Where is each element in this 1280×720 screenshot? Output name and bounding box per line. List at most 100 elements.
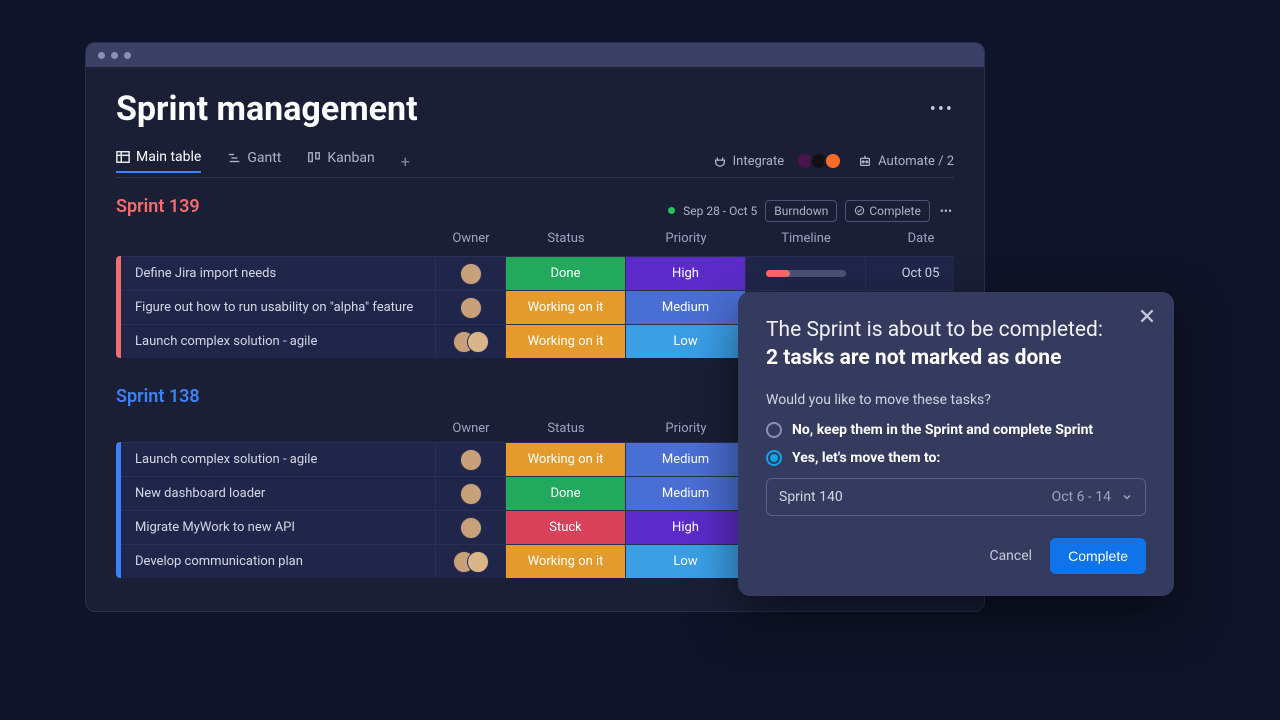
- integration-badges[interactable]: [800, 152, 842, 170]
- window-control-dot[interactable]: [124, 52, 131, 59]
- priority-cell[interactable]: Low: [626, 325, 746, 358]
- tab-main-table[interactable]: Main table: [116, 149, 201, 173]
- status-cell[interactable]: Done: [506, 257, 626, 290]
- col-status[interactable]: Status: [506, 421, 626, 436]
- col-priority[interactable]: Priority: [626, 421, 746, 436]
- owner-cell[interactable]: [436, 291, 506, 324]
- sprint-more-icon[interactable]: •••: [938, 201, 954, 221]
- avatar[interactable]: [460, 297, 482, 319]
- select-date-range: Oct 6 - 14: [1052, 489, 1111, 505]
- kanban-icon: [307, 151, 321, 165]
- status-cell[interactable]: Working on it: [506, 291, 626, 324]
- owner-cell[interactable]: [436, 257, 506, 290]
- option-move-tasks[interactable]: Yes, let's move them to:: [766, 450, 1146, 466]
- integrate-label: Integrate: [733, 154, 785, 169]
- radio-icon: [766, 422, 782, 438]
- timeline-cell[interactable]: [746, 257, 866, 290]
- window-titlebar: [86, 43, 984, 67]
- tab-label: Main table: [136, 149, 201, 165]
- avatar: [467, 331, 489, 353]
- avatar[interactable]: [460, 263, 482, 285]
- gitlab-icon: [824, 152, 842, 170]
- integrate-button[interactable]: Integrate: [713, 154, 785, 169]
- col-status[interactable]: Status: [506, 231, 626, 250]
- priority-cell[interactable]: Medium: [626, 443, 746, 476]
- sprint-group-title[interactable]: Sprint 139: [116, 196, 200, 217]
- burndown-button[interactable]: Burndown: [765, 200, 837, 222]
- priority-cell[interactable]: Medium: [626, 477, 746, 510]
- tab-kanban[interactable]: Kanban: [307, 150, 374, 172]
- chevron-down-icon: [1121, 491, 1133, 503]
- status-cell[interactable]: Stuck: [506, 511, 626, 544]
- complete-button[interactable]: Complete: [1050, 538, 1146, 574]
- option-label: No, keep them in the Sprint and complete…: [792, 422, 1093, 438]
- view-tabs: Main table Gantt Kanban + Integrate: [116, 149, 954, 178]
- status-cell[interactable]: Done: [506, 477, 626, 510]
- option-label: Yes, let's move them to:: [792, 450, 940, 466]
- window-control-dot[interactable]: [98, 52, 105, 59]
- col-priority[interactable]: Priority: [626, 231, 746, 250]
- task-name-cell[interactable]: New dashboard loader: [121, 477, 436, 510]
- priority-cell[interactable]: High: [626, 257, 746, 290]
- priority-cell[interactable]: Low: [626, 545, 746, 578]
- robot-icon: [858, 154, 872, 168]
- task-name-cell[interactable]: Develop communication plan: [121, 545, 436, 578]
- task-name-cell[interactable]: Define Jira import needs: [121, 257, 436, 290]
- dialog-question: Would you like to move these tasks?: [766, 392, 1146, 408]
- dialog-title-line1: The Sprint is about to be completed:: [766, 318, 1146, 342]
- owner-cell[interactable]: [436, 545, 506, 578]
- avatar[interactable]: [460, 517, 482, 539]
- tab-label: Gantt: [247, 150, 281, 166]
- col-date[interactable]: Date: [866, 231, 976, 250]
- plug-icon: [713, 154, 727, 168]
- automate-button[interactable]: Automate / 2: [858, 154, 954, 169]
- status-cell[interactable]: Working on it: [506, 545, 626, 578]
- table-icon: [116, 150, 130, 164]
- date-cell[interactable]: Oct 05: [866, 257, 954, 290]
- add-view-button[interactable]: +: [401, 152, 410, 171]
- status-indicator-icon: [668, 207, 675, 214]
- task-name-cell[interactable]: Figure out how to run usability on "alph…: [121, 291, 436, 324]
- check-circle-icon: [854, 205, 865, 216]
- owner-cell[interactable]: [436, 325, 506, 358]
- dialog-title-line2: 2 tasks are not marked as done: [766, 346, 1146, 370]
- add-column-button[interactable]: +: [976, 231, 985, 250]
- sprint-target-select[interactable]: Sprint 140 Oct 6 - 14: [766, 478, 1146, 516]
- sprint-period: Sep 28 - Oct 5: [683, 204, 757, 218]
- option-keep-tasks[interactable]: No, keep them in the Sprint and complete…: [766, 422, 1146, 438]
- tab-gantt[interactable]: Gantt: [227, 150, 281, 172]
- more-menu-icon[interactable]: •••: [930, 99, 954, 120]
- owner-avatars[interactable]: [453, 331, 489, 353]
- owner-avatars[interactable]: [453, 551, 489, 573]
- priority-cell[interactable]: High: [626, 511, 746, 544]
- avatar: [467, 551, 489, 573]
- status-cell[interactable]: Working on it: [506, 325, 626, 358]
- avatar[interactable]: [460, 449, 482, 471]
- col-owner[interactable]: Owner: [436, 231, 506, 250]
- col-timeline[interactable]: Timeline: [746, 231, 866, 250]
- task-name-cell[interactable]: Launch complex solution - agile: [121, 443, 436, 476]
- complete-sprint-button[interactable]: Complete: [845, 200, 930, 222]
- avatar[interactable]: [460, 483, 482, 505]
- close-icon[interactable]: [1138, 306, 1156, 331]
- owner-cell[interactable]: [436, 443, 506, 476]
- gantt-icon: [227, 151, 241, 165]
- task-name-cell[interactable]: Migrate MyWork to new API: [121, 511, 436, 544]
- tab-label: Kanban: [327, 150, 374, 166]
- timeline-bar: [766, 270, 846, 277]
- owner-cell[interactable]: [436, 477, 506, 510]
- complete-sprint-dialog: The Sprint is about to be completed: 2 t…: [738, 292, 1174, 596]
- window-control-dot[interactable]: [111, 52, 118, 59]
- radio-icon: [766, 450, 782, 466]
- automate-label: Automate / 2: [878, 154, 954, 169]
- cancel-button[interactable]: Cancel: [989, 548, 1032, 564]
- status-cell[interactable]: Working on it: [506, 443, 626, 476]
- priority-cell[interactable]: Medium: [626, 291, 746, 324]
- column-headers: Owner Status Priority Timeline Date +: [116, 225, 954, 256]
- col-owner[interactable]: Owner: [436, 421, 506, 436]
- owner-cell[interactable]: [436, 511, 506, 544]
- table-row[interactable]: Define Jira import needs DoneHigh Oct 05: [121, 256, 954, 290]
- page-title: Sprint management: [116, 89, 418, 129]
- task-name-cell[interactable]: Launch complex solution - agile: [121, 325, 436, 358]
- select-value: Sprint 140: [779, 489, 843, 505]
